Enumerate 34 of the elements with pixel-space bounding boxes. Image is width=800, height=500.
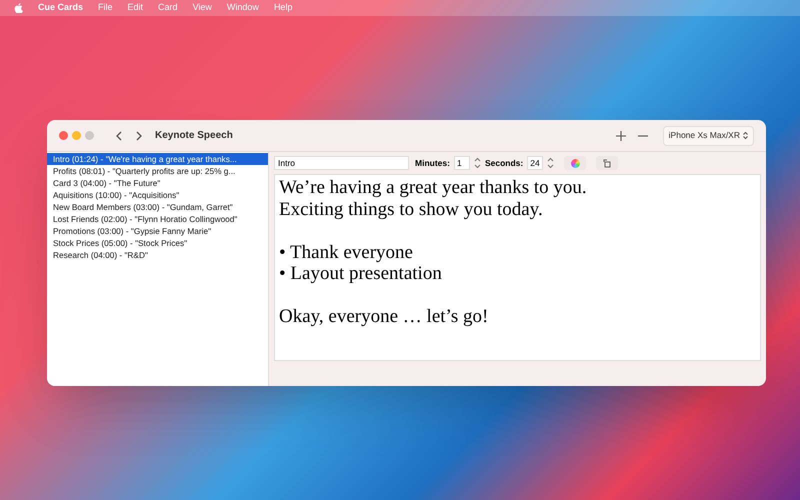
device-popup[interactable]: iPhone Xs Max/XR <box>662 126 754 146</box>
forward-icon[interactable] <box>136 130 142 140</box>
color-wheel-icon <box>570 158 580 168</box>
text-line: • Thank everyone <box>279 242 414 263</box>
rotate-icon <box>603 158 612 168</box>
text-line: We’re having a great year thanks to you. <box>279 177 588 198</box>
back-icon[interactable] <box>116 130 122 140</box>
updown-icon <box>743 131 748 140</box>
color-button[interactable] <box>564 156 586 170</box>
card-list-item[interactable]: Intro (01:24) - "We're having a great year thanks... <box>47 153 268 165</box>
card-list-item[interactable]: Lost Friends (02:00) - "Flynn Horatio Collingwood" <box>47 213 268 225</box>
text-line: • Layout presentation <box>279 263 443 284</box>
card-list-item[interactable]: New Board Members (03:00) - "Gundam, Garret" <box>47 201 268 213</box>
card-text-editor[interactable]: We’re having a great year thanks to you. Exciting things to show you today. • Thank everyone • Layout presentation Okay, everyone … let’s go! <box>274 174 761 361</box>
card-list-item[interactable]: Stock Prices (05:00) - "Stock Prices" <box>47 237 268 249</box>
rotate-button[interactable] <box>596 156 618 170</box>
add-icon[interactable] <box>616 130 626 140</box>
seconds-label: Seconds: <box>484 156 524 170</box>
text-line: Exciting things to show you today. <box>279 198 544 220</box>
card-list-item[interactable]: Card 3 (04:00) - "The Future" <box>47 177 268 189</box>
window-title: Keynote Speech <box>155 129 233 143</box>
minutes-stepper-icon[interactable] <box>474 157 481 169</box>
card-list-item[interactable]: Aquisitions (10:00) - "Acquisitions" <box>47 189 268 201</box>
card-title-field[interactable]: Intro <box>274 156 409 170</box>
seconds-stepper-icon[interactable] <box>547 157 554 169</box>
card-list-item[interactable]: Profits (08:01) - "Quarterly profits are up: 25% g... <box>47 165 268 177</box>
card-list-item[interactable]: Research (04:00) - "R&D" <box>47 249 268 261</box>
minutes-label: Minutes: <box>415 156 450 170</box>
minutes-field[interactable]: 1 <box>454 156 470 170</box>
seconds-field[interactable]: 24 <box>527 156 544 170</box>
text-line: Okay, everyone … let’s go! <box>279 306 490 328</box>
close-button[interactable] <box>59 131 68 140</box>
apple-icon[interactable] <box>14 3 23 13</box>
card-list-item[interactable]: Promotions (03:00) - "Gypsie Fanny Marie" <box>47 225 268 237</box>
